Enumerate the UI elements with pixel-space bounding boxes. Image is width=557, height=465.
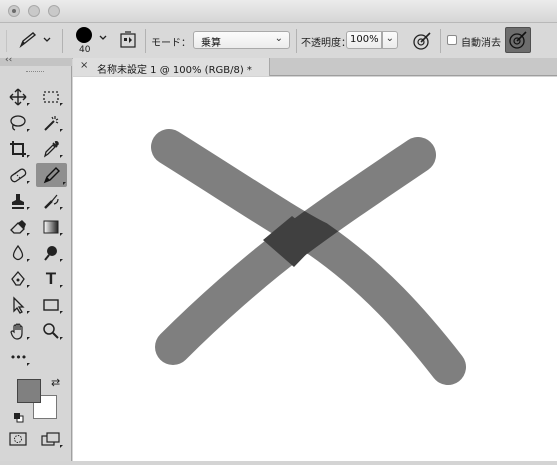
auto-erase-checkbox[interactable] [447,35,457,45]
eyedropper-tool[interactable] [38,138,64,160]
dodge-icon [44,246,57,261]
bandage-icon [10,168,27,183]
dodge-tool[interactable] [38,242,64,264]
options-bar: 40 モード： 乗算 ⌄ 不透明度： 100% ⌄ 自動消去 [0,23,557,59]
opacity-input[interactable]: 100% [346,31,382,49]
default-colors-icon[interactable] [14,408,24,423]
rectangle-tool[interactable] [38,294,64,316]
document-tab[interactable]: × 名称未設定 1 @ 100% (RGB/8) * [73,58,270,76]
opacity-label: 不透明度： [301,38,351,49]
hand-icon [10,323,23,340]
magic-wand-tool[interactable] [38,112,64,134]
rect-marquee-icon [43,91,59,103]
path-selection-tool[interactable] [5,294,31,316]
close-window-button[interactable] [8,5,20,17]
healing-brush-tool[interactable] [5,164,31,186]
panel-grip[interactable] [26,71,44,74]
auto-erase-label: 自動消去 [461,38,501,49]
pen-icon [11,271,25,286]
history-brush-icon [44,194,59,209]
blur-tool[interactable] [5,242,31,264]
tools-panel: ‹‹ T ••• ⇄ [0,55,72,461]
crop-tool[interactable] [5,138,31,160]
panel-header[interactable]: ‹‹ [0,55,72,66]
zoom-window-button[interactable] [48,5,60,17]
foreground-color-swatch[interactable] [17,379,41,403]
pencil-tool[interactable] [36,163,67,187]
lasso-icon [10,115,26,131]
pressure-size-icon [509,31,527,49]
pressure-opacity-button[interactable] [409,29,435,53]
eyedropper-icon [43,140,59,158]
mode-select-value: 乗算 [201,38,221,49]
eraser-tool[interactable] [5,216,31,238]
swap-colors-icon[interactable]: ⇄ [51,376,60,389]
brush-preset-picker[interactable] [72,25,112,57]
screen-mode-icon [41,432,60,446]
history-brush-tool[interactable] [38,190,64,212]
type-icon: T [45,269,57,288]
pen-tool[interactable] [5,268,31,290]
hand-tool[interactable] [5,320,31,342]
canvas-artwork [151,129,466,385]
opacity-slider-toggle[interactable]: ⌄ [382,31,398,49]
opacity-value: 100% [350,34,379,45]
drop-icon [12,244,24,261]
collapse-panel-icon[interactable]: ‹‹ [5,55,12,65]
marquee-tool[interactable] [38,86,64,108]
document-title: 名称未設定 1 @ 100% (RGB/8) * [97,65,252,76]
tool-preset-picker[interactable] [14,30,54,50]
zoom-tool[interactable] [38,320,64,342]
pencil-icon [19,32,51,49]
type-tool[interactable]: T [38,268,64,290]
stamp-icon [12,194,24,209]
gradient-icon [43,220,59,234]
ellipsis-icon: ••• [9,350,27,364]
quick-mask-button[interactable] [5,428,31,450]
arrow-icon [13,296,25,314]
zoom-icon [43,323,59,339]
clone-stamp-tool[interactable] [5,190,31,212]
magic-wand-icon [44,116,59,131]
move-tool[interactable] [5,86,31,108]
pressure-size-button[interactable] [505,27,531,53]
quick-mask-icon [9,432,27,446]
chevron-down-icon: ⌄ [274,33,283,44]
rectangle-icon [43,299,59,311]
brush-tip-icon [76,27,107,43]
document-canvas[interactable] [73,77,557,461]
chevron-down-icon: ⌄ [385,33,394,44]
pencil-icon [43,167,60,184]
document-tab-bar: × 名称未設定 1 @ 100% (RGB/8) * [73,58,557,76]
window-titlebar [0,0,557,23]
minimize-window-button[interactable] [28,5,40,17]
screen-mode-button[interactable] [38,428,64,450]
mode-select[interactable]: 乗算 ⌄ [193,31,290,49]
brush-settings-button[interactable] [117,29,139,51]
gradient-tool[interactable] [38,216,64,238]
eraser-icon [10,220,26,234]
more-tools[interactable]: ••• [5,346,31,368]
move-icon [9,88,27,106]
lasso-tool[interactable] [5,112,31,134]
options-grip [6,30,7,52]
close-tab-icon[interactable]: × [80,60,88,71]
brush-panel-icon [120,31,136,48]
brush-size-value: 40 [79,45,91,55]
mode-label: モード： [151,38,191,49]
crop-icon [10,141,26,157]
pressure-pen-icon [413,32,431,50]
